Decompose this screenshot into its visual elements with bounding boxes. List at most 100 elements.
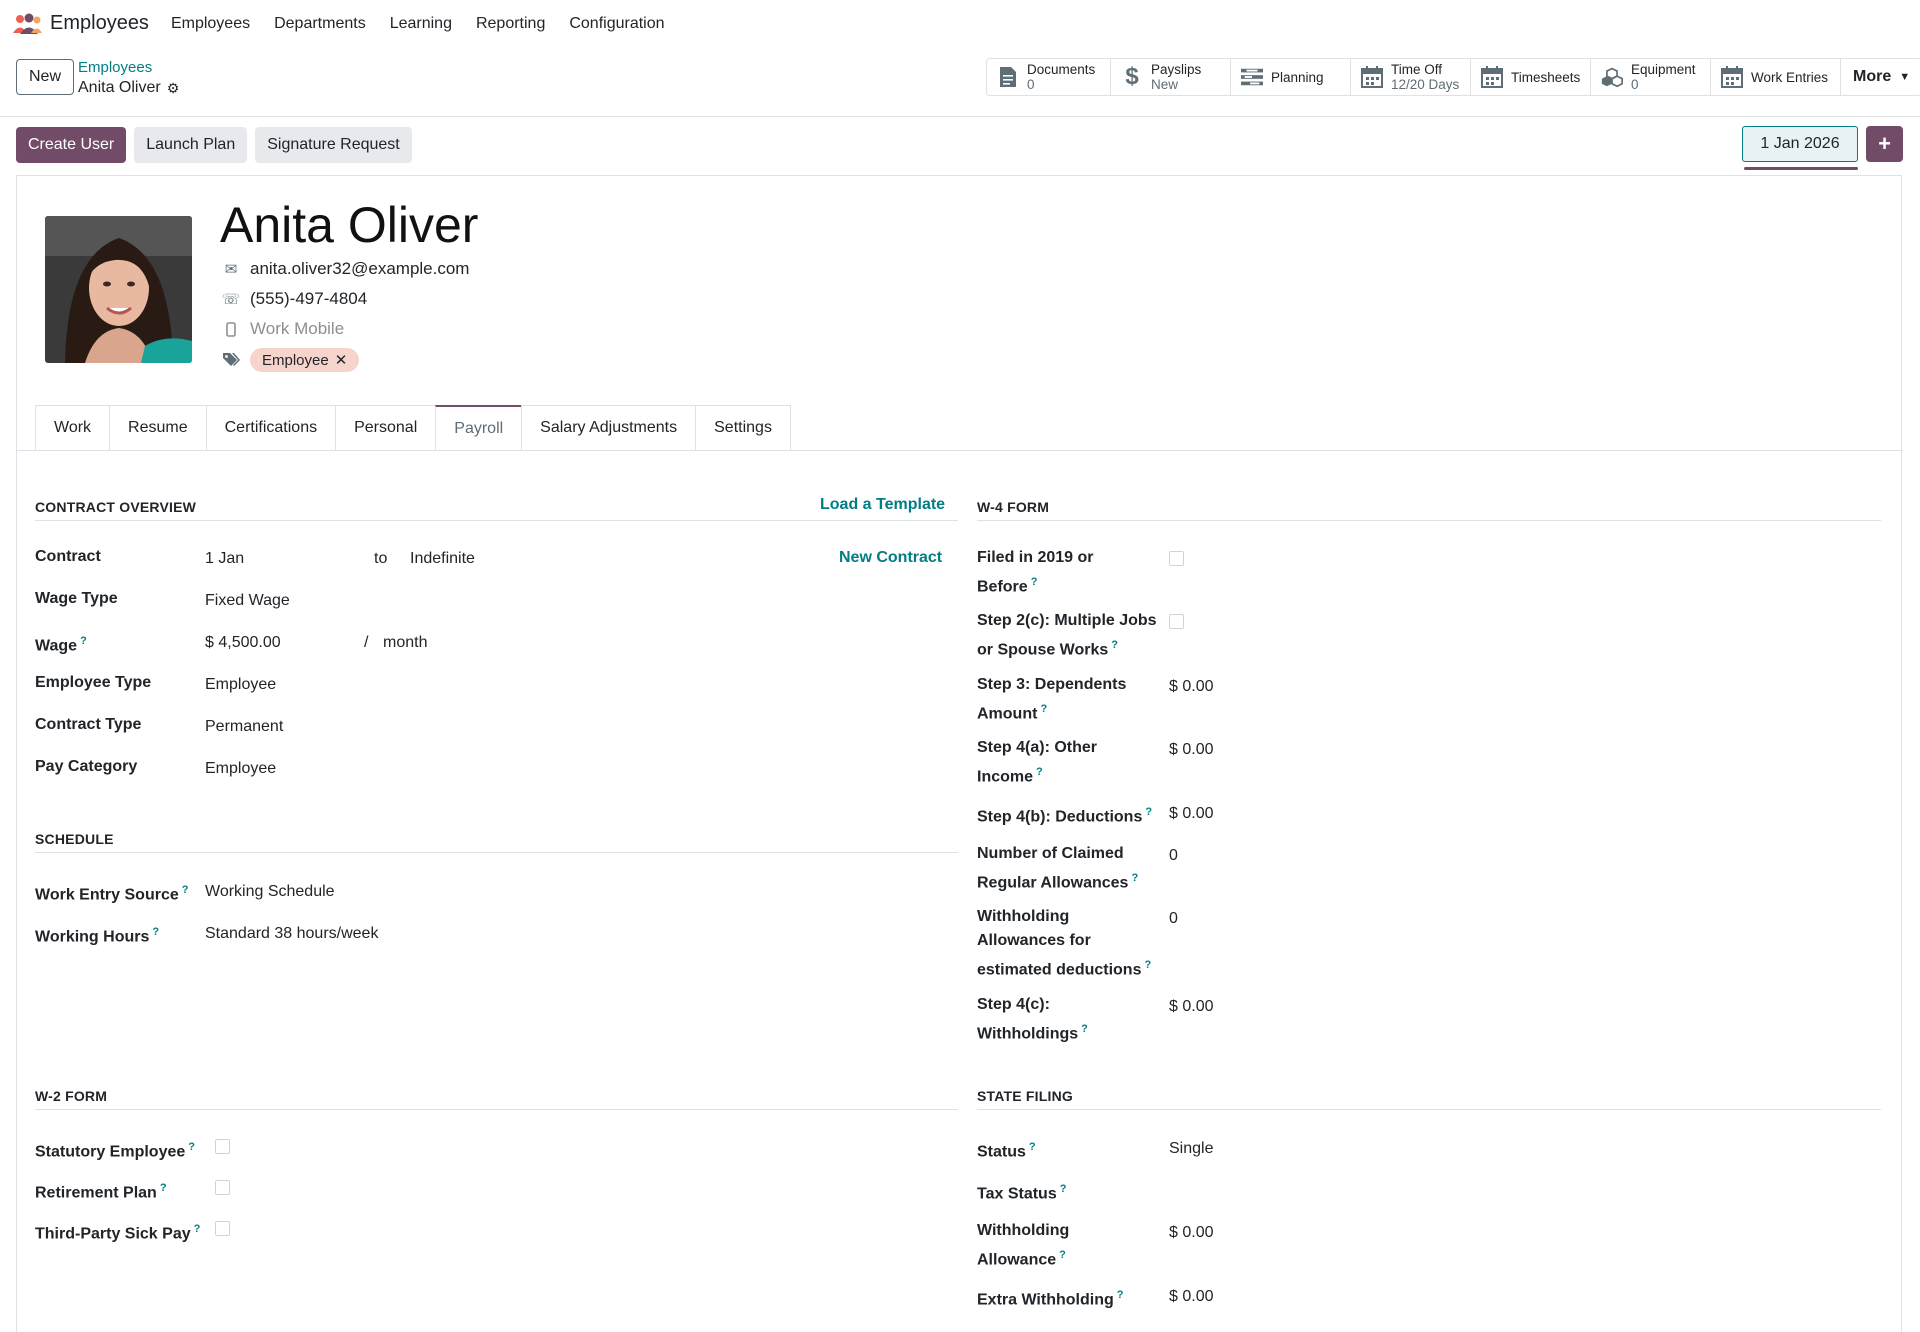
step2c-checkbox[interactable]: [1169, 614, 1184, 629]
tab-certifications[interactable]: Certifications: [205, 405, 336, 451]
extra-withholding-input[interactable]: $ 0.00: [1169, 1285, 1213, 1309]
smart-button-payslips[interactable]: $ Payslips New: [1111, 59, 1231, 95]
claimed-help-icon[interactable]: ?: [1131, 872, 1138, 884]
sick-pay-checkbox[interactable]: [215, 1221, 230, 1236]
status-select[interactable]: Single: [1169, 1137, 1213, 1161]
allowance-help-icon[interactable]: ?: [1059, 1249, 1066, 1261]
smart-button-timesheets[interactable]: Timesheets: [1471, 59, 1591, 95]
smart-button-work-entries[interactable]: Work Entries: [1711, 59, 1841, 95]
nav-configuration[interactable]: Configuration: [569, 15, 664, 33]
withholding-allowances-input[interactable]: 0: [1169, 907, 1178, 931]
tag-remove-icon[interactable]: ✕: [335, 351, 348, 369]
control-panel: New Employees Anita Oliver ⚙ Documents 0 …: [0, 47, 1920, 117]
step4c-help-icon[interactable]: ?: [1081, 1023, 1088, 1035]
tab-work[interactable]: Work: [35, 405, 110, 451]
tab-resume[interactable]: Resume: [109, 405, 206, 451]
mobile-placeholder[interactable]: Work Mobile: [250, 319, 344, 339]
contract-overview-rule: [35, 520, 958, 521]
allowance-label-line2: Allowance: [977, 1251, 1057, 1269]
phone-value[interactable]: (555)-497-4804: [250, 289, 367, 309]
tab-payroll[interactable]: Payroll: [435, 405, 522, 451]
withholding-help-icon[interactable]: ?: [1144, 959, 1151, 971]
retirement-plan-checkbox[interactable]: [215, 1180, 230, 1195]
nav-departments[interactable]: Departments: [274, 15, 366, 33]
email-value[interactable]: anita.oliver32@example.com: [250, 259, 469, 279]
wage-separator: /: [364, 634, 369, 651]
tab-settings[interactable]: Settings: [695, 405, 791, 451]
employee-name[interactable]: Anita Oliver: [220, 196, 478, 254]
add-contract-button[interactable]: +: [1866, 126, 1903, 162]
allowance-label-line1: Withholding: [977, 1222, 1070, 1239]
equipment-label: Equipment: [1631, 62, 1696, 77]
launch-plan-button[interactable]: Launch Plan: [134, 127, 248, 163]
email-field[interactable]: ✉ anita.oliver32@example.com: [222, 259, 470, 279]
contract-date-button[interactable]: 1 Jan 2026: [1742, 126, 1858, 162]
smart-button-planning[interactable]: Planning: [1231, 59, 1351, 95]
step4a-input[interactable]: $ 0.00: [1169, 738, 1213, 762]
working-hours-label: Working Hours?: [35, 920, 159, 949]
mobile-field[interactable]: Work Mobile: [222, 319, 344, 339]
filed-2019-checkbox[interactable]: [1169, 551, 1184, 566]
tags-field[interactable]: Employee ✕: [222, 348, 360, 372]
wage-help-icon[interactable]: ?: [80, 635, 87, 647]
smart-button-equipment[interactable]: Equipment 0: [1591, 59, 1711, 95]
withholding-label-line3: estimated deductions: [977, 961, 1142, 979]
pay-category-select[interactable]: Employee: [205, 757, 276, 781]
employee-avatar[interactable]: [45, 216, 192, 363]
new-contract-link[interactable]: New Contract: [839, 549, 942, 567]
contract-end-input[interactable]: Indefinite: [410, 547, 475, 571]
phone-field[interactable]: ☏ (555)-497-4804: [222, 289, 368, 309]
step3-help-icon[interactable]: ?: [1040, 703, 1047, 715]
app-title[interactable]: Employees: [50, 12, 149, 35]
working-hours-help-icon[interactable]: ?: [152, 926, 159, 938]
contract-label: Contract: [35, 548, 101, 565]
withholding-allowance-input[interactable]: $ 0.00: [1169, 1221, 1213, 1245]
create-user-button[interactable]: Create User: [16, 127, 127, 163]
wage-type-select[interactable]: Fixed Wage: [205, 589, 290, 613]
employee-type-select[interactable]: Employee: [205, 673, 276, 697]
filed-help-icon[interactable]: ?: [1031, 576, 1038, 588]
gear-icon[interactable]: ⚙: [167, 80, 180, 97]
tab-salary-adjustments[interactable]: Salary Adjustments: [521, 405, 696, 451]
contract-start-input[interactable]: 1 Jan: [205, 547, 244, 571]
working-hours-label-text: Working Hours: [35, 928, 150, 946]
retirement-help-icon[interactable]: ?: [160, 1182, 167, 1194]
step4c-input[interactable]: $ 0.00: [1169, 995, 1213, 1019]
tab-personal[interactable]: Personal: [335, 405, 436, 451]
more-label: More: [1853, 68, 1892, 85]
contract-type-select[interactable]: Permanent: [205, 715, 283, 739]
step3-input[interactable]: $ 0.00: [1169, 675, 1213, 699]
extra-help-icon[interactable]: ?: [1117, 1289, 1124, 1301]
tax-status-help-icon[interactable]: ?: [1060, 1183, 1067, 1195]
signature-request-button[interactable]: Signature Request: [255, 127, 412, 163]
statutory-help-icon[interactable]: ?: [188, 1141, 195, 1153]
working-hours-select[interactable]: Standard 38 hours/week: [205, 922, 378, 946]
step2c-help-icon[interactable]: ?: [1111, 639, 1118, 651]
step4b-input[interactable]: $ 0.00: [1169, 802, 1213, 826]
nav-learning[interactable]: Learning: [390, 15, 452, 33]
wage-label-text: Wage: [35, 637, 78, 655]
withholding-allowances-label: Withholding Allowances for estimated deduc…: [977, 905, 1151, 982]
breadcrumb-employees[interactable]: Employees: [78, 59, 152, 76]
sick-pay-label: Third-Party Sick Pay?: [35, 1217, 200, 1246]
statutory-employee-checkbox[interactable]: [215, 1139, 230, 1154]
work-entry-source-select[interactable]: Working Schedule: [205, 880, 335, 904]
employees-app-icon[interactable]: [12, 13, 42, 35]
step4a-help-icon[interactable]: ?: [1036, 766, 1043, 778]
load-template-link[interactable]: Load a Template: [820, 496, 945, 514]
work-entry-help-icon[interactable]: ?: [182, 884, 189, 896]
step4b-help-icon[interactable]: ?: [1145, 806, 1152, 818]
more-button[interactable]: More ▼: [1841, 59, 1920, 95]
new-button[interactable]: New: [16, 59, 74, 95]
claimed-allowances-input[interactable]: 0: [1169, 844, 1178, 868]
step4a-label-line2: Income: [977, 768, 1034, 786]
smart-button-documents[interactable]: Documents 0: [987, 59, 1111, 95]
sick-pay-help-icon[interactable]: ?: [194, 1223, 201, 1235]
nav-employees[interactable]: Employees: [171, 15, 250, 33]
wage-input[interactable]: $ 4,500.00: [205, 631, 281, 655]
step3-label: Step 3: Dependents Amount?: [977, 673, 1126, 726]
nav-reporting[interactable]: Reporting: [476, 15, 545, 33]
smart-button-time-off[interactable]: Time Off 12/20 Days: [1351, 59, 1471, 95]
tax-status-select[interactable]: [1169, 1179, 1369, 1203]
status-help-icon[interactable]: ?: [1029, 1141, 1036, 1153]
